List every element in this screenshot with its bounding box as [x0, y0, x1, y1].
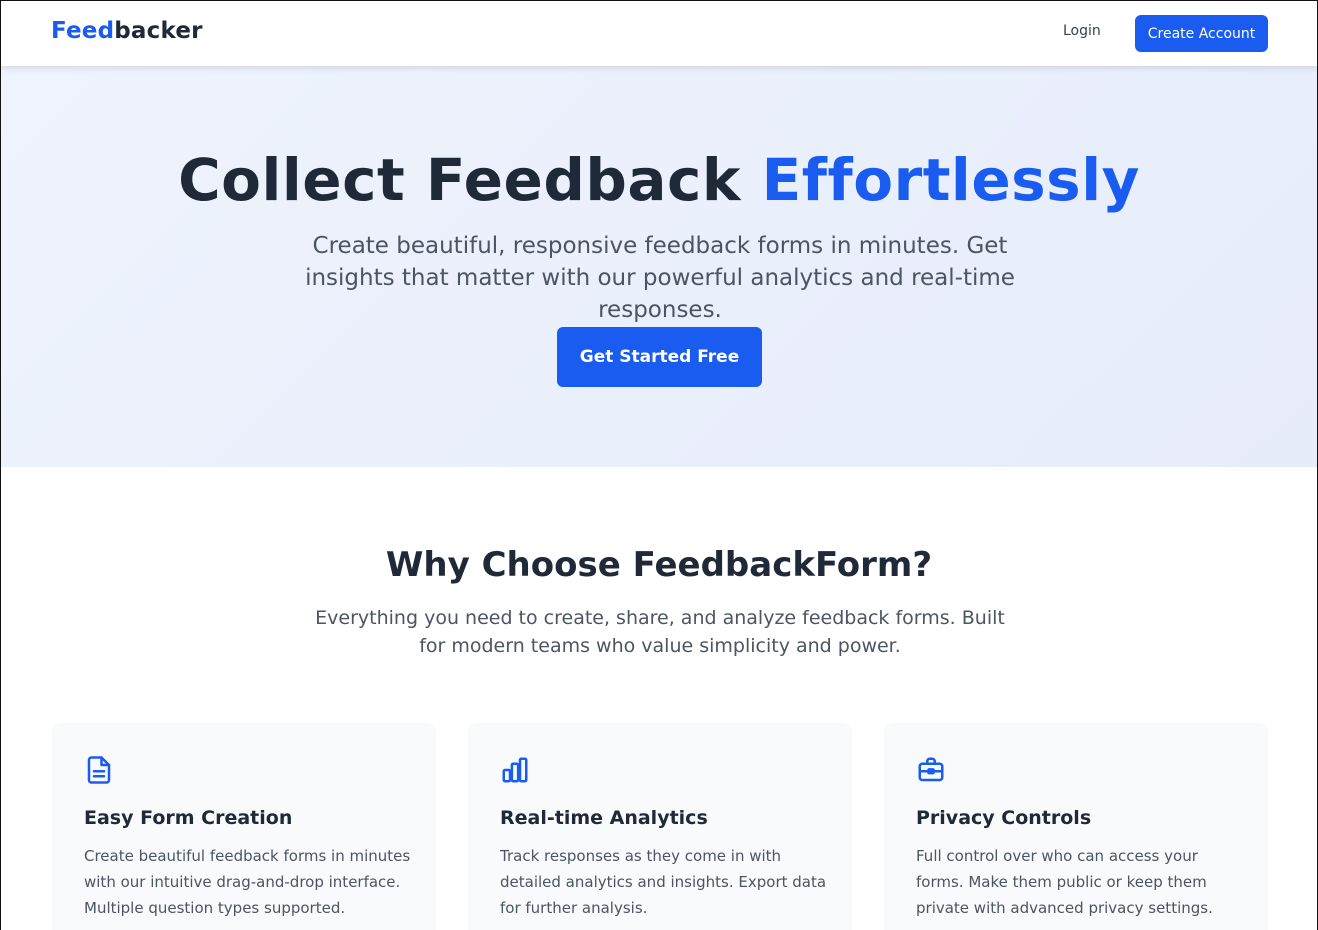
feature-card-description: Track responses as they come in with det…	[500, 847, 827, 917]
hero-title-main: Collect Feedback	[178, 146, 762, 214]
feature-card-title: Real-time Analytics	[500, 807, 708, 829]
briefcase-icon	[918, 757, 944, 782]
create-account-button[interactable]: Create Account	[1135, 15, 1268, 52]
hero-title-highlight: Effortlessly	[761, 146, 1140, 214]
hero-title: Collect Feedback Effortlessly	[1, 146, 1317, 214]
bar-chart-icon	[502, 757, 528, 783]
logo-part-1: Feed	[51, 18, 115, 44]
logo-part-2: backer	[114, 18, 203, 44]
logo[interactable]: Feedbacker	[51, 18, 203, 44]
feature-card-title: Easy Form Creation	[84, 807, 293, 829]
hero-section: Collect Feedback Effortlessly Create bea…	[1, 66, 1317, 467]
navbar: Feedbacker Login Create Account	[1, 1, 1317, 66]
features-subtitle: Everything you need to create, share, an…	[315, 607, 1005, 657]
feature-card-title: Privacy Controls	[916, 807, 1092, 829]
feature-card-privacy-controls: Privacy Controls Full control over who c…	[884, 723, 1268, 930]
features-title: Why Choose FeedbackForm?	[385, 545, 933, 585]
login-link[interactable]: Login	[1063, 23, 1101, 39]
feature-card-real-time-analytics: Real-time Analytics Track responses as t…	[468, 723, 852, 930]
page: Feedbacker Login Create Account Collect …	[0, 0, 1318, 930]
feature-card-description: Full control over who can access your fo…	[916, 847, 1213, 917]
get-started-button[interactable]: Get Started Free	[557, 327, 762, 387]
hero-subtitle: Create beautiful, responsive feedback fo…	[305, 233, 1015, 323]
document-icon	[87, 756, 111, 784]
feature-card-easy-form-creation: Easy Form Creation Create beautiful feed…	[52, 723, 436, 930]
feature-card-description: Create beautiful feedback forms in minut…	[84, 847, 411, 917]
